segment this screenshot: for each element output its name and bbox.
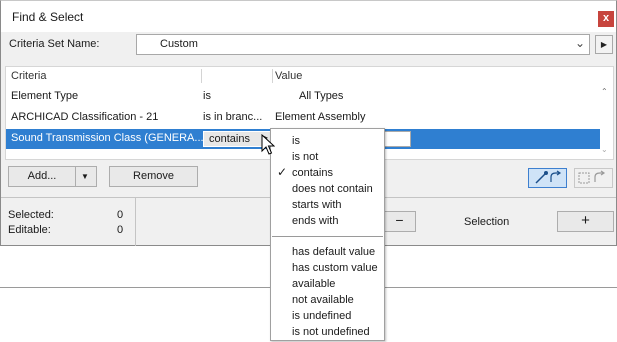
menu-separator	[272, 236, 383, 237]
row-value: All Types	[299, 90, 344, 102]
menu-item-not-available[interactable]: not available	[292, 294, 354, 306]
column-separator[interactable]	[272, 69, 273, 83]
eyedropper-tool-button[interactable]	[528, 168, 567, 188]
remove-button[interactable]: Remove	[109, 166, 198, 187]
menu-item-is[interactable]: is	[292, 135, 300, 147]
row-value: Element Assembly	[275, 111, 366, 123]
menu-item-is-undefined[interactable]: is undefined	[292, 310, 351, 322]
mouse-pointer-icon	[261, 134, 275, 155]
menu-item-does-not-contain[interactable]: does not contain	[292, 183, 373, 195]
criteria-set-value: Custom	[160, 38, 198, 50]
close-icon: x	[602, 12, 610, 24]
section-divider	[135, 198, 136, 246]
menu-item-is-not[interactable]: is not	[292, 151, 318, 163]
scroll-down-icon[interactable]: ⌄	[601, 145, 608, 154]
add-button-label: Add...	[27, 170, 57, 182]
row-criteria: ARCHICAD Classification - 21	[11, 111, 159, 123]
selection-label: Selection	[464, 216, 510, 228]
table-row[interactable]: Element Type is All Types	[6, 87, 600, 107]
selected-label: Selected:	[8, 209, 54, 221]
button-split	[75, 167, 76, 186]
remove-from-selection-button[interactable]: −	[383, 211, 416, 232]
menu-item-has-default-value[interactable]: has default value	[292, 246, 375, 258]
eyedropper-icon	[535, 170, 562, 184]
close-button[interactable]: x	[598, 11, 614, 27]
minus-icon: −	[395, 212, 404, 228]
menu-item-is-not-undefined[interactable]: is not undefined	[292, 326, 370, 338]
row-operator: is in branc...	[203, 111, 263, 123]
operator-value: contains	[209, 133, 250, 145]
menu-item-starts-with[interactable]: starts with	[292, 199, 342, 211]
selected-count: 0	[117, 209, 124, 221]
criteria-set-dropdown[interactable]: Custom ⌄	[136, 34, 590, 55]
apply-selection-button[interactable]	[574, 168, 613, 188]
vertical-scrollbar[interactable]: ⌃ ⌄	[600, 87, 612, 157]
menu-item-contains[interactable]: contains	[292, 167, 333, 179]
table-row[interactable]: ARCHICAD Classification - 21 is in branc…	[6, 108, 600, 128]
row-criteria: Element Type	[11, 90, 79, 102]
operator-menu: is is not ✓ contains does not contain st…	[270, 128, 385, 341]
menu-item-has-custom-value[interactable]: has custom value	[292, 262, 378, 274]
triangle-down-icon[interactable]: ▼	[81, 167, 89, 186]
next-criteria-set-button[interactable]: ▶	[595, 35, 613, 54]
editable-label: Editable:	[8, 224, 51, 236]
title-bar[interactable]: Find & Select x	[1, 1, 616, 32]
header-criteria: Criteria	[11, 70, 47, 82]
add-button[interactable]: Add... ▼	[8, 166, 97, 187]
menu-item-ends-with[interactable]: ends with	[292, 215, 338, 227]
add-to-selection-button[interactable]: +	[557, 211, 614, 232]
chevron-down-icon: ⌄	[574, 36, 585, 50]
row-operator: is	[203, 90, 211, 102]
row-criteria: Sound Transmission Class (GENERA...	[11, 132, 204, 144]
marquee-icon	[578, 170, 606, 184]
checkmark-icon: ✓	[277, 165, 288, 179]
criteria-set-label: Criteria Set Name:	[9, 38, 100, 50]
header-value: Value	[275, 70, 303, 82]
column-separator[interactable]	[201, 69, 202, 83]
dialog-title: Find & Select	[12, 10, 84, 24]
plus-icon: +	[581, 212, 590, 229]
triangle-right-icon: ▶	[600, 40, 608, 49]
remove-button-label: Remove	[133, 170, 174, 182]
scroll-up-icon[interactable]: ⌃	[601, 87, 608, 96]
menu-item-available[interactable]: available	[292, 278, 335, 290]
editable-count: 0	[117, 224, 124, 236]
